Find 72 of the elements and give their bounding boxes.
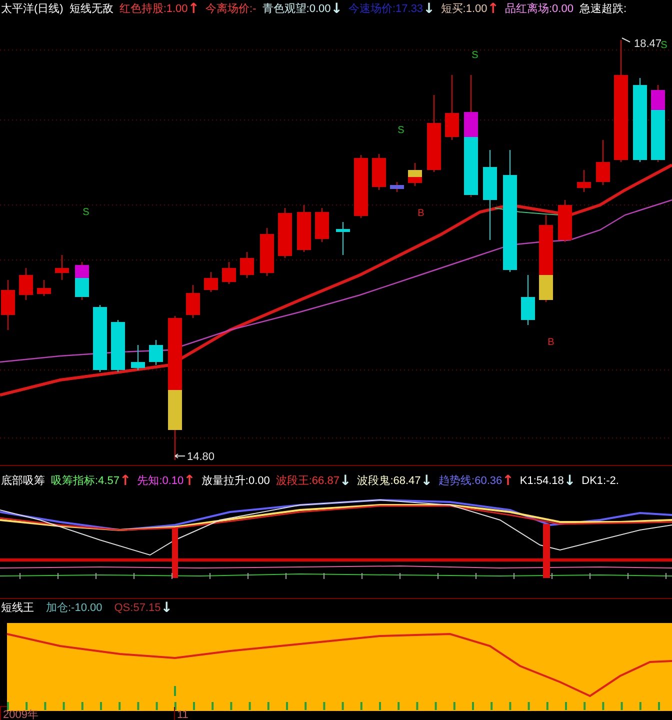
indicator-value: DK1:-2.: [582, 474, 619, 489]
candlestick: [315, 208, 329, 242]
candlestick: [260, 228, 274, 276]
candlestick: [297, 204, 311, 252]
candlestick: [222, 262, 236, 284]
indicator-value: K1:54.18: [520, 474, 564, 489]
indicator-value: 加仓:-10.00: [46, 601, 102, 616]
signal-label: B: [418, 208, 424, 219]
candlestick: [93, 304, 107, 372]
trend-arrow: ↑: [188, 0, 200, 18]
indicator-value: 吸筹指标:4.57: [51, 474, 120, 489]
trend-arrow: ↑: [119, 472, 132, 490]
candlestick: [204, 272, 218, 292]
candlestick: [240, 252, 254, 278]
indicator-value: 趋势线:60.36: [438, 474, 502, 489]
low-price-label: 14.80: [187, 451, 215, 463]
indicator-value: 青色观望:0.00: [262, 2, 331, 17]
candlestick: [186, 284, 200, 318]
candlestick: [111, 320, 125, 372]
candlestick: [55, 254, 69, 280]
trend-arrow: ↓: [420, 472, 433, 490]
candlestick: [354, 154, 368, 218]
candlestick: [149, 340, 163, 366]
indicator-value: 放量拉升:0.00: [201, 474, 270, 489]
signal-bar: [543, 524, 550, 578]
candlestick: [278, 208, 292, 258]
indicator-value: 波段鬼:68.47: [357, 474, 421, 489]
indicator-value: 今速场价:17.33: [348, 2, 424, 17]
signal-label: S: [398, 125, 404, 136]
trend-arrow: ↓: [330, 0, 342, 18]
candlestick: [445, 74, 459, 140]
candlestick: [390, 182, 404, 192]
signal-label: S: [472, 50, 478, 61]
candlestick: [75, 262, 89, 300]
high-price-label: 18.47: [634, 38, 662, 50]
trend-arrow: ↑: [487, 0, 499, 18]
candlestick: [372, 154, 386, 190]
panel-title: 底部吸筹: [1, 474, 45, 489]
pointer-icon: [174, 454, 186, 458]
candlestick: [336, 222, 350, 256]
candlestick: [596, 140, 610, 186]
date-label: 2009年: [0, 707, 174, 720]
candlestick: [558, 200, 572, 242]
candlestick: [37, 280, 51, 296]
trend-arrow: ↑: [502, 472, 514, 490]
panel-title: 短线王: [1, 601, 34, 616]
trend-arrow: ↓: [160, 599, 172, 617]
indicator-value: 波段王:66.87: [276, 474, 340, 489]
indicator-value: 品红离场:0.00: [505, 2, 574, 17]
signal-label: B: [548, 337, 554, 348]
date-label: 11: [174, 707, 188, 720]
candlestick: [131, 344, 145, 370]
indicator-name: 短线无敌: [69, 2, 114, 17]
indicator-value: 红色持股:1.00: [119, 2, 188, 17]
signal-label: S: [82, 207, 90, 218]
candlestick: [521, 274, 535, 326]
candlestick: [577, 170, 591, 192]
trend-arrow: ↓: [423, 0, 435, 18]
panel-title: 太平洋(日线): [1, 2, 64, 17]
trend-arrow: ↓: [339, 472, 352, 490]
indicator-value: QS:57.15: [114, 601, 161, 616]
candlestick: [19, 268, 33, 300]
signal-bar: [172, 528, 178, 578]
candlestick: [1, 280, 15, 330]
signal-label: S: [660, 40, 668, 51]
indicator-value: 急速超跌:: [579, 2, 627, 17]
candlestick: [408, 162, 422, 186]
indicator-value: 今离场价:-: [206, 2, 256, 17]
indicator-value: 先知:0.10: [137, 474, 184, 489]
trend-arrow: ↓: [564, 472, 576, 490]
trend-arrow: ↑: [184, 472, 196, 490]
indicator-value: 短买:1.00: [440, 2, 488, 17]
